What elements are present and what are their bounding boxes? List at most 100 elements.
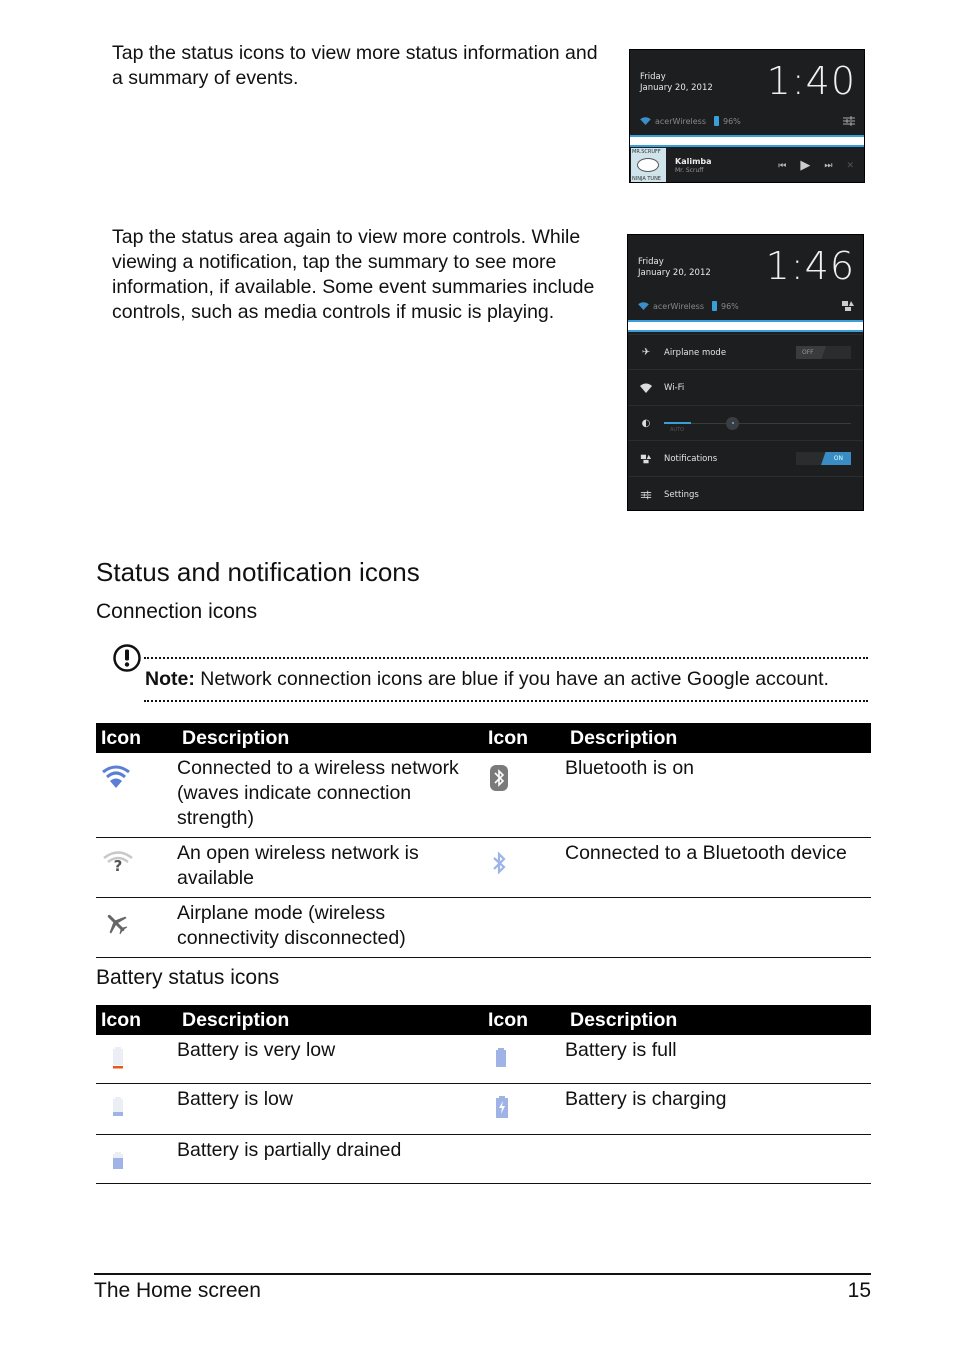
icon-description: Battery is partially drained — [177, 1134, 483, 1184]
table-row: Battery is very low Battery is full — [96, 1035, 871, 1084]
panel-divider — [630, 135, 864, 147]
album-art: MR.SCRUFF NINJA TUNE — [631, 148, 666, 182]
icon-description: Battery is very low — [177, 1035, 483, 1084]
note-divider-bottom — [144, 700, 868, 702]
empty-description-cell — [565, 1134, 871, 1184]
battery-partially-drained-icon — [113, 1152, 123, 1169]
quick-setting-airplane-mode[interactable]: ✈ Airplane mode OFF — [628, 334, 863, 370]
notifications-toggle-icon[interactable] — [841, 300, 855, 312]
footer-rule — [94, 1273, 871, 1275]
wifi-open-network-icon: ? — [103, 851, 133, 875]
icon-description: Airplane mode (wireless connectivity dis… — [177, 897, 483, 958]
intro-paragraph-more-controls: Tap the status area again to view more c… — [112, 226, 595, 323]
album-art-text-top: MR.SCRUFF — [632, 149, 661, 155]
auto-label: AUTO — [670, 426, 685, 433]
quick-setting-wifi[interactable]: Wi-Fi — [628, 369, 863, 405]
notifications-icon — [640, 454, 652, 463]
wifi-icon — [640, 117, 651, 125]
airplane-mode-toggle[interactable]: OFF — [796, 346, 851, 359]
note-label: Note: — [145, 668, 195, 690]
bluetooth-connected-icon — [493, 851, 506, 875]
battery-icons-heading: Battery status icons — [96, 966, 280, 989]
icon-description: Battery is low — [177, 1083, 483, 1135]
battery-low-icon — [113, 1097, 123, 1116]
airplane-mode-icon — [107, 914, 128, 935]
battery-icon — [713, 116, 719, 126]
previous-track-icon[interactable]: ⏮ — [778, 161, 786, 171]
column-header-icon: Icon — [96, 1005, 177, 1035]
close-icon[interactable]: ✕ — [846, 161, 854, 171]
toggle-state: OFF — [796, 346, 826, 359]
quick-setting-notifications[interactable]: Notifications ON — [628, 440, 863, 476]
date-label: January 20, 2012 — [640, 83, 713, 93]
column-header-icon: Icon — [483, 723, 565, 753]
battery-very-low-icon — [113, 1047, 123, 1069]
quick-setting-settings[interactable]: Settings — [628, 476, 863, 510]
quick-setting-label: Wi-Fi — [664, 382, 685, 393]
slider-thumb[interactable] — [726, 416, 739, 430]
battery-percent: 96% — [720, 301, 739, 311]
column-header-icon: Icon — [483, 1005, 565, 1035]
icon-description: Battery is full — [565, 1035, 871, 1084]
column-header-description: Description — [177, 723, 483, 753]
exclamation-icon — [113, 644, 141, 672]
column-header-description: Description — [565, 723, 871, 753]
settings-sliders-icon[interactable] — [842, 115, 856, 127]
status-row[interactable]: acerWireless 96% — [640, 114, 856, 128]
play-icon[interactable]: ▶ — [800, 158, 810, 173]
status-row[interactable]: acerWireless 96% — [638, 299, 855, 313]
page-number: 15 — [847, 1279, 871, 1302]
album-art-graphic — [637, 158, 659, 172]
column-header-icon: Icon — [96, 723, 177, 753]
clock: 1:40 — [766, 59, 856, 103]
settings-icon — [640, 490, 652, 499]
wifi-connected-icon — [102, 765, 130, 788]
brightness-icon: ◐ — [641, 418, 651, 429]
battery-icon — [711, 301, 717, 311]
network-name: acerWireless — [655, 116, 706, 126]
bluetooth-on-icon — [490, 765, 508, 791]
toggle-state: ON — [821, 452, 851, 465]
clock: 1:46 — [765, 244, 855, 288]
quick-settings-screenshot: Friday January 20, 2012 1:46 acerWireles… — [627, 234, 864, 511]
track-artist: Mr. Scruff — [675, 167, 704, 174]
brightness-slider[interactable]: AUTO — [664, 406, 851, 442]
note-box: Note: Network connection icons are blue … — [112, 643, 872, 705]
note-body: Network connection icons are blue if you… — [194, 668, 829, 690]
next-track-icon[interactable]: ⏭ — [824, 161, 832, 171]
icon-description: Bluetooth is on — [565, 753, 871, 838]
media-notification[interactable]: MR.SCRUFF NINJA TUNE Kalimba Mr. Scruff … — [630, 147, 864, 182]
quick-setting-brightness[interactable]: ◐ AUTO — [628, 405, 863, 441]
column-header-description: Description — [565, 1005, 871, 1035]
date-label: January 20, 2012 — [638, 268, 711, 278]
network-name: acerWireless — [653, 301, 704, 311]
intro-paragraph-status-icons: Tap the status icons to view more status… — [112, 42, 598, 89]
day-label: Friday — [640, 72, 666, 82]
table-header-row: Icon Description Icon Description — [96, 1005, 871, 1035]
battery-percent: 96% — [722, 116, 741, 126]
table-row: Battery is low Battery is charging — [96, 1083, 871, 1135]
connection-icons-table: Icon Description Icon Description Connec… — [96, 723, 871, 958]
wifi-icon — [638, 302, 649, 310]
battery-icons-table: Icon Description Icon Description Batter… — [96, 1005, 871, 1184]
album-art-text-bottom: NINJA TUNE — [632, 176, 661, 182]
note-text: Note: Network connection icons are blue … — [145, 668, 829, 691]
table-row: Airplane mode (wireless connectivity dis… — [96, 897, 871, 958]
slider-fill — [664, 421, 691, 424]
table-row: Connected to a wireless network (waves i… — [96, 753, 871, 838]
empty-description-cell — [565, 897, 871, 958]
column-header-description: Description — [177, 1005, 483, 1035]
table-row: Battery is partially drained — [96, 1134, 871, 1184]
battery-full-icon — [496, 1048, 506, 1067]
quick-setting-label: Settings — [664, 489, 699, 500]
panel-divider — [628, 320, 863, 332]
icon-description: Battery is charging — [565, 1083, 871, 1135]
notifications-toggle[interactable]: ON — [796, 452, 851, 465]
day-label: Friday — [638, 257, 664, 267]
quick-setting-label: Airplane mode — [664, 347, 727, 358]
empty-icon-cell — [483, 1134, 565, 1184]
airplane-icon: ✈ — [641, 347, 651, 358]
table-row: ? An open wireless network is available … — [96, 837, 871, 898]
notification-panel-screenshot: Friday January 20, 2012 1:40 acerWireles… — [629, 49, 865, 183]
quick-setting-label: Notifications — [664, 453, 718, 464]
